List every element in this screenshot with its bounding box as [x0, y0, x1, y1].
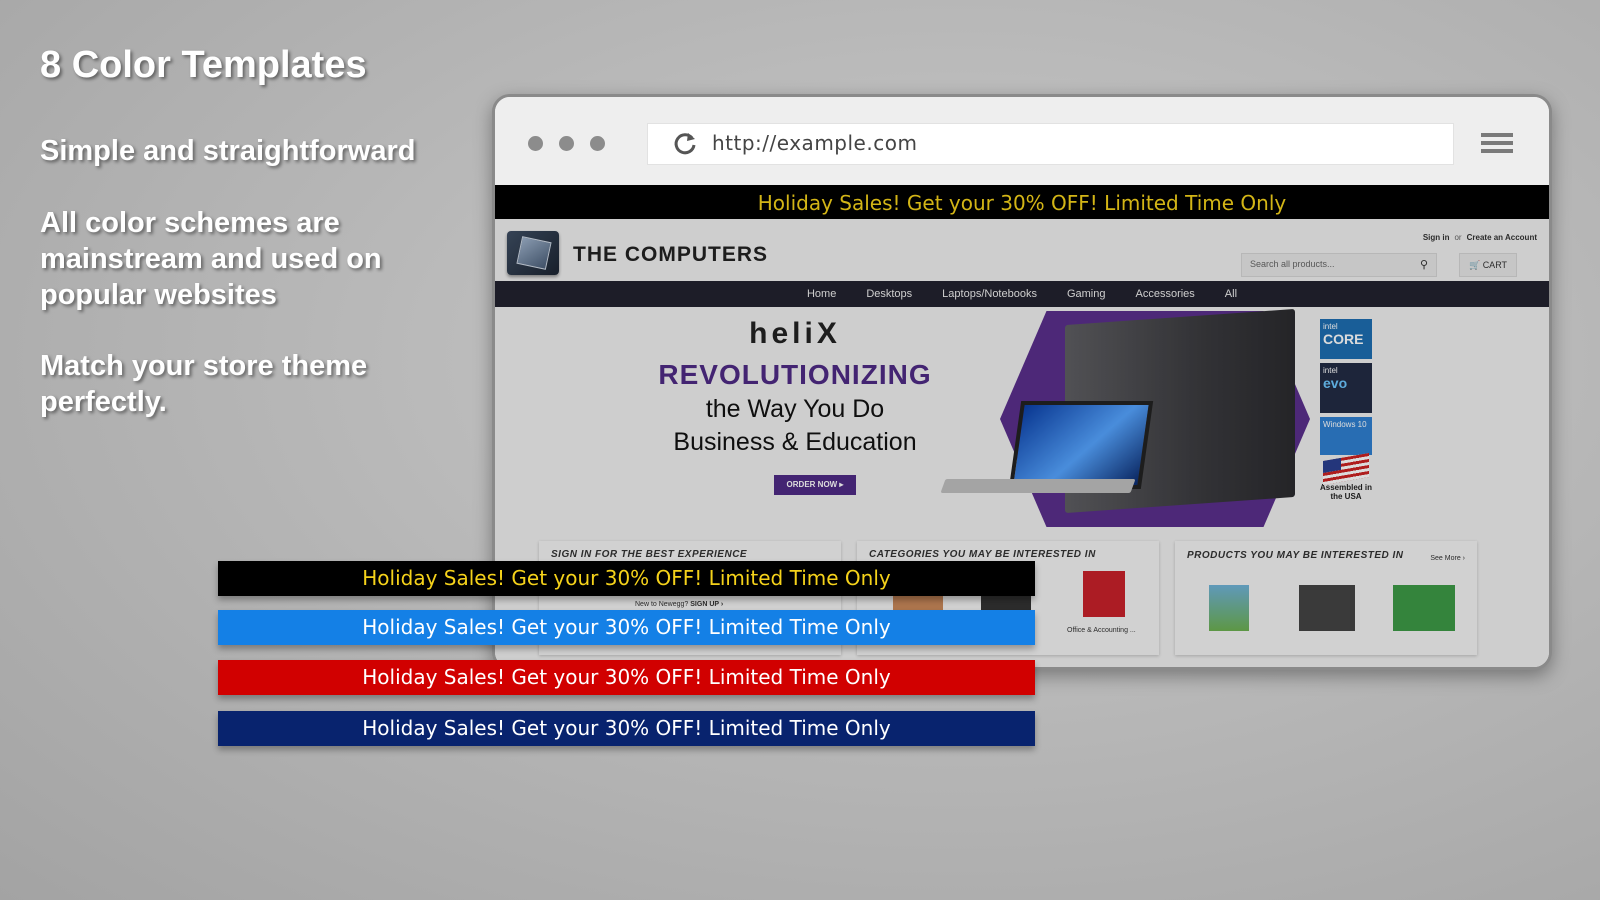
products-panel: PRODUCTS YOU MAY BE INTERESTED IN See Mo… — [1175, 541, 1477, 655]
tagline-mainstream: All color schemes are mainstream and use… — [40, 207, 382, 311]
template-bar-blue: Holiday Sales! Get your 30% OFF! Limited… — [218, 610, 1035, 645]
nav-home[interactable]: Home — [807, 281, 836, 307]
cart-icon: 🛒 — [1468, 260, 1481, 270]
banner-sub1: the Way You Do — [705, 395, 885, 423]
intel-core-badge: intel CORE — [1320, 319, 1372, 359]
intel-evo-badge: intel evo — [1320, 363, 1372, 413]
product-thumb[interactable] — [1393, 585, 1455, 631]
page-title: 8 Color Templates — [40, 44, 367, 86]
categories-title: CATEGORIES YOU MAY BE INTERESTED IN — [869, 549, 1096, 560]
hero-banner[interactable]: heliX REVOLUTIONIZING the Way You Do Bus… — [495, 307, 1549, 533]
browser-chrome: http://example.com — [495, 97, 1549, 185]
windows-badge: Windows 10 — [1320, 417, 1372, 455]
sign-in-link[interactable]: Sign in — [1423, 233, 1450, 242]
or-text: or — [1454, 233, 1462, 242]
products-title: PRODUCTS YOU MAY BE INTERESTED IN — [1187, 550, 1404, 561]
nav-all[interactable]: All — [1225, 281, 1237, 307]
order-now-button[interactable]: ORDER NOW ▸ — [774, 475, 856, 495]
product-thumb[interactable] — [1209, 585, 1249, 631]
account-links: Sign in or Create an Account — [1423, 233, 1537, 242]
sign-up-link[interactable]: SIGN UP › — [690, 601, 723, 608]
banner-headline: REVOLUTIONIZING — [658, 359, 932, 390]
template-bar-red: Holiday Sales! Get your 30% OFF! Limited… — [218, 660, 1035, 695]
nav-desktops[interactable]: Desktops — [866, 281, 912, 307]
template-bar-black: Holiday Sales! Get your 30% OFF! Limited… — [218, 561, 1035, 596]
announcement-bar: Holiday Sales! Get your 30% OFF! Limited… — [495, 185, 1549, 219]
tagline-match: Match your store theme perfectly. — [40, 350, 368, 418]
store-name[interactable]: THE COMPUTERS — [573, 243, 768, 267]
see-more-link[interactable]: See More › — [1430, 555, 1465, 562]
template-text: Holiday Sales! Get your 30% OFF! Limited… — [362, 665, 891, 689]
search-placeholder: Search all products... — [1250, 259, 1335, 269]
tagline-simple: Simple and straightforward — [40, 135, 416, 167]
hamburger-menu-icon[interactable] — [1481, 133, 1513, 157]
laptop-base-image — [940, 479, 1136, 493]
window-dot-icon — [528, 136, 543, 151]
url-text: http://example.com — [712, 131, 918, 155]
template-text: Holiday Sales! Get your 30% OFF! Limited… — [362, 566, 891, 590]
address-bar[interactable]: http://example.com — [647, 123, 1454, 165]
cart-label: CART — [1482, 260, 1508, 270]
template-bar-navy: Holiday Sales! Get your 30% OFF! Limited… — [218, 711, 1035, 746]
product-thumb[interactable] — [1299, 585, 1355, 631]
window-dot-icon — [559, 136, 574, 151]
nav-accessories[interactable]: Accessories — [1136, 281, 1195, 307]
laptop-image — [1008, 401, 1154, 489]
nav-laptops[interactable]: Laptops/Notebooks — [942, 281, 1037, 307]
reload-icon[interactable] — [672, 130, 698, 156]
brand-logo: heliX — [650, 317, 940, 351]
sign-in-title: SIGN IN FOR THE BEST EXPERIENCE — [551, 549, 748, 560]
nav-gaming[interactable]: Gaming — [1067, 281, 1106, 307]
brand-mark: X — [816, 317, 841, 350]
create-account-link[interactable]: Create an Account — [1467, 233, 1537, 242]
assembled-usa-badge: Assembled in the USA — [1313, 452, 1379, 501]
signup-prompt: New to Newegg? SIGN UP › — [635, 601, 724, 608]
category-thumb[interactable] — [1083, 571, 1125, 617]
search-input[interactable]: Search all products... ⚲ — [1241, 253, 1437, 277]
usa-flag-icon — [1323, 452, 1369, 486]
template-text: Holiday Sales! Get your 30% OFF! Limited… — [362, 615, 891, 639]
main-nav: Home Desktops Laptops/Notebooks Gaming A… — [495, 281, 1549, 307]
category-caption[interactable]: Office & Accounting ... — [1067, 627, 1136, 634]
cart-button[interactable]: 🛒 CART — [1459, 253, 1517, 277]
banner-sub2: Business & Education — [673, 428, 917, 456]
template-text: Holiday Sales! Get your 30% OFF! Limited… — [362, 716, 891, 740]
store-logo[interactable] — [507, 231, 559, 275]
brand-text: heli — [749, 317, 817, 350]
search-icon[interactable]: ⚲ — [1420, 258, 1428, 271]
window-dot-icon — [590, 136, 605, 151]
